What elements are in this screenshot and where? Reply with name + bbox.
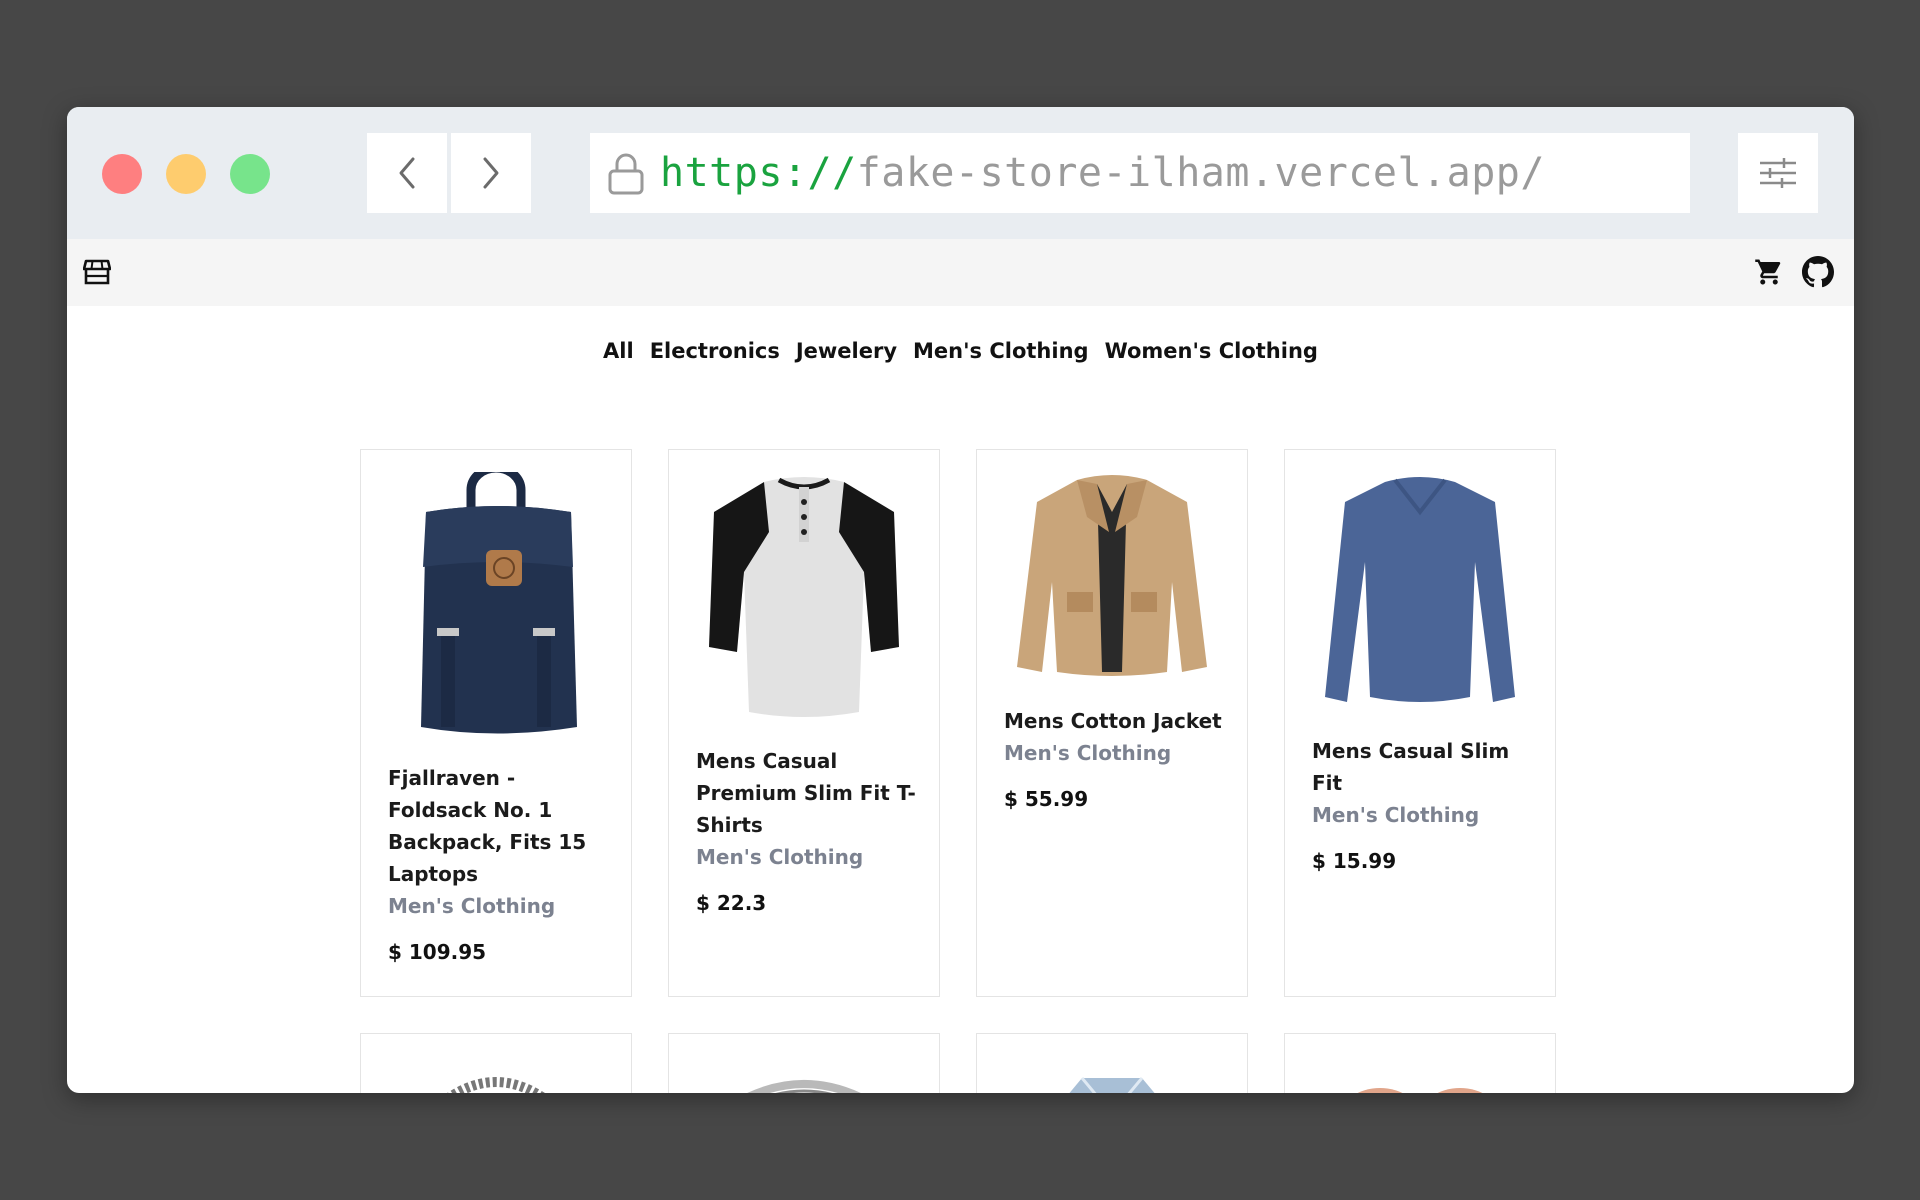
product-price: $ 15.99: [1312, 849, 1397, 873]
product-card[interactable]: [976, 1033, 1248, 1093]
chevron-left-icon: [399, 157, 415, 189]
diamond-ring-image: [1069, 1077, 1155, 1093]
category-nav: All Electronics Jewelery Men's Clothing …: [67, 339, 1854, 363]
product-info: Mens Casual Premium Slim Fit T-Shirts Me…: [696, 745, 919, 919]
address-bar[interactable]: https://fake-store-ilham.vercel.app/: [590, 133, 1690, 213]
product-card[interactable]: [1284, 1033, 1556, 1093]
product-price: $ 55.99: [1004, 787, 1089, 811]
product-info: Fjallraven - Foldsack No. 1 Backpack, Fi…: [388, 762, 611, 968]
url-text: https://fake-store-ilham.vercel.app/: [660, 150, 1545, 196]
category-all[interactable]: All: [603, 339, 634, 363]
forward-button[interactable]: [451, 133, 531, 213]
product-card[interactable]: [360, 1033, 632, 1093]
product-title: Mens Cotton Jacket: [1004, 709, 1222, 733]
product-category: Men's Clothing: [696, 845, 864, 869]
product-title: Mens Casual Slim Fit: [1312, 739, 1510, 795]
product-category: Men's Clothing: [1004, 741, 1172, 765]
earrings-image: [1357, 1088, 1483, 1093]
category-womens-clothing[interactable]: Women's Clothing: [1105, 339, 1318, 363]
product-price: $ 22.3: [696, 891, 767, 915]
product-category: Men's Clothing: [388, 894, 556, 918]
long-sleeve-shirt-image: [1325, 477, 1515, 702]
browser-window: https://fake-store-ilham.vercel.app/ All…: [67, 107, 1854, 1093]
product-info: Mens Casual Slim Fit Men's Clothing $ 15…: [1312, 735, 1535, 877]
product-card[interactable]: Mens Casual Premium Slim Fit T-Shirts Me…: [668, 449, 940, 997]
product-title: Mens Casual Premium Slim Fit T-Shirts: [696, 749, 916, 837]
bracelet-image: [447, 1077, 545, 1093]
category-electronics[interactable]: Electronics: [650, 339, 780, 363]
jacket-image: [1017, 475, 1207, 676]
tshirt-image: [709, 477, 899, 717]
product-card[interactable]: Fjallraven - Foldsack No. 1 Backpack, Fi…: [360, 449, 632, 997]
cart-icon[interactable]: [1754, 257, 1784, 287]
back-button[interactable]: [367, 133, 447, 213]
app-header: [67, 239, 1854, 306]
product-category: Men's Clothing: [1312, 803, 1480, 827]
chevron-right-icon: [483, 157, 499, 189]
product-title: Fjallraven - Foldsack No. 1 Backpack, Fi…: [388, 766, 587, 886]
minimize-window-dot[interactable]: [166, 154, 206, 194]
lock-icon: [608, 153, 644, 195]
category-jewelery[interactable]: Jewelery: [796, 339, 897, 363]
backpack-image: [421, 472, 577, 734]
browser-menu-button[interactable]: [1738, 133, 1818, 213]
close-window-dot[interactable]: [102, 154, 142, 194]
product-card[interactable]: [668, 1033, 940, 1093]
browser-chrome: https://fake-store-ilham.vercel.app/: [67, 107, 1854, 239]
url-scheme: https://: [660, 150, 857, 196]
maximize-window-dot[interactable]: [230, 154, 270, 194]
category-mens-clothing[interactable]: Men's Clothing: [913, 339, 1089, 363]
product-info: Mens Cotton Jacket Men's Clothing $ 55.9…: [1004, 705, 1227, 815]
product-card[interactable]: Mens Cotton Jacket Men's Clothing $ 55.9…: [976, 449, 1248, 997]
ring-image: [747, 1080, 861, 1093]
store-icon[interactable]: [83, 259, 111, 285]
product-card[interactable]: Mens Casual Slim Fit Men's Clothing $ 15…: [1284, 449, 1556, 997]
github-icon[interactable]: [1802, 256, 1834, 288]
product-price: $ 109.95: [388, 940, 487, 964]
url-host: fake-store-ilham.vercel.app/: [856, 150, 1545, 196]
sliders-icon: [1760, 158, 1796, 188]
